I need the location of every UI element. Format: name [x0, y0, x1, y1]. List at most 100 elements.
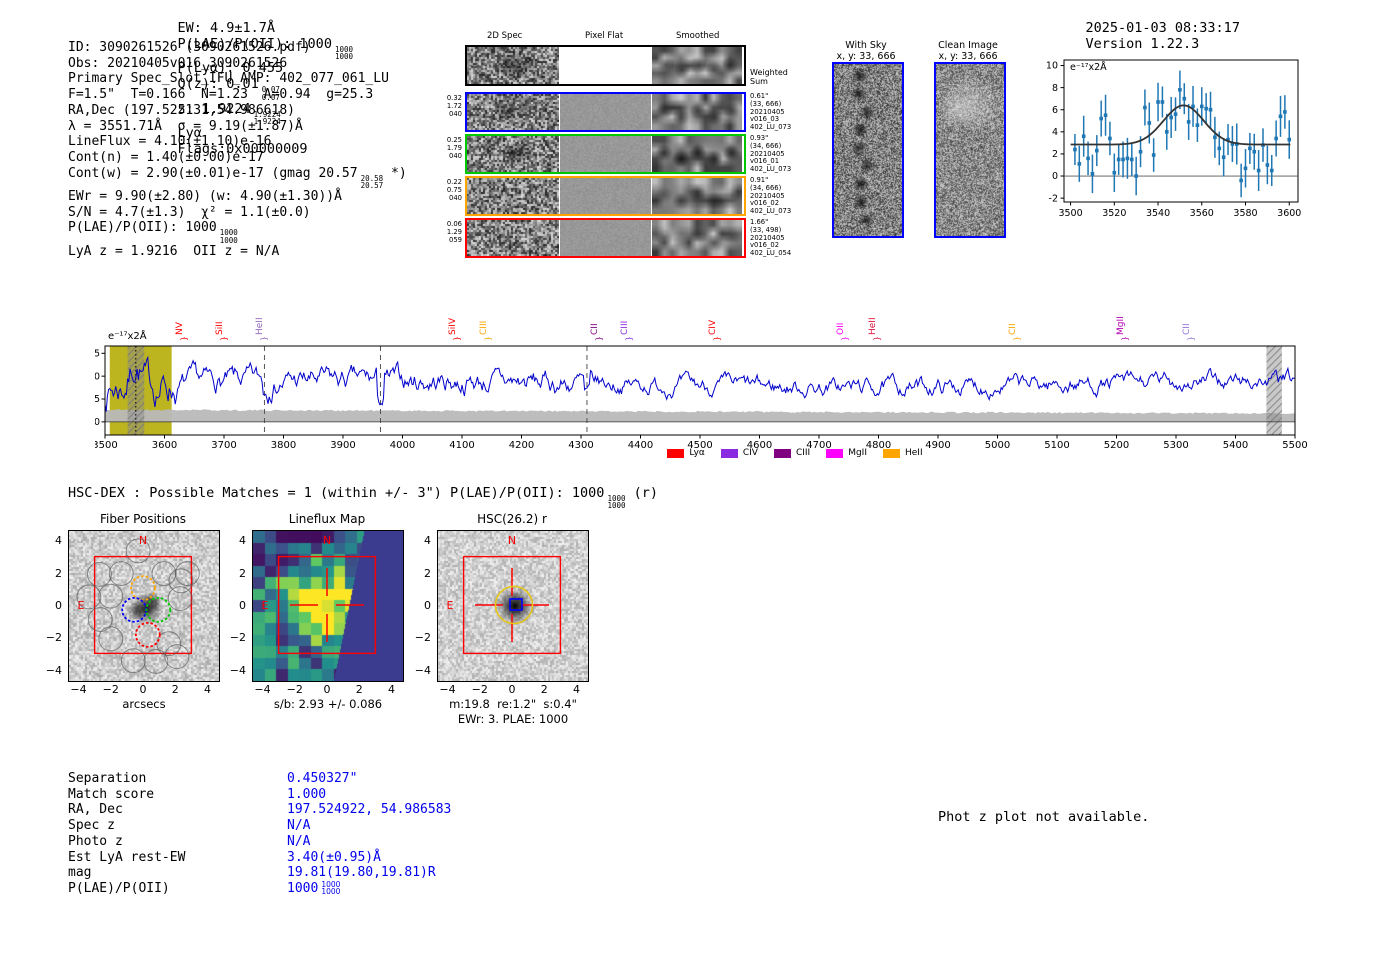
emission-line-label-cii: CII	[1182, 323, 1193, 335]
fiber-2d-spec-image	[467, 220, 559, 256]
fit-ytick-label: -2	[1049, 193, 1058, 204]
fit-data-point	[1278, 114, 1283, 119]
fit-data-point	[1112, 170, 1117, 175]
legend-item-civ: CIV	[720, 448, 758, 458]
fit-data-point	[1248, 146, 1252, 151]
spectrum-xtick-label: 5100	[1044, 440, 1069, 449]
match-row-label: P(LAE)/P(OII)	[68, 880, 170, 896]
match-row-value: 197.524922, 54.986583	[287, 802, 452, 818]
match-table-row: P(LAE)/P(OII) 1000 1000 1000	[68, 881, 451, 897]
spectrum-xtick-label: 3900	[330, 440, 355, 449]
panel-xtick-label: 2	[355, 683, 363, 696]
spectrum-ytick-label: 2.5	[95, 394, 100, 405]
fiber-smoothed-image	[652, 220, 742, 256]
match-row-value: N/A	[287, 818, 311, 834]
info-line-13: LyA z = 1.9216 OII z = N/A	[68, 243, 280, 259]
fiber-cutout-row-3	[465, 176, 746, 216]
emission-line-label-oii: OII	[835, 322, 846, 335]
fit-data-point	[1213, 135, 1217, 140]
panel-xtick-label: −2	[102, 683, 119, 696]
fiber-smoothed-image	[652, 94, 742, 130]
fiber-circle-gray	[76, 584, 102, 610]
elixer-report-page: EW: 4.9±1.7Å P(LAE)/P(OII): 1000 1000 1000…	[0, 0, 1400, 953]
fiber-circle-gray	[167, 586, 193, 611]
panel-xtick-label: 4	[204, 683, 212, 696]
hscdex-fraction: 1000 1000	[607, 494, 626, 511]
fit-xtick-label: 3580	[1233, 208, 1257, 219]
legend-label: CIII	[795, 448, 811, 458]
spectrum-xtick-label: 3600	[152, 440, 177, 449]
fit-plot-units-label: e⁻¹⁷x2Å	[1070, 62, 1107, 73]
with-sky-image	[832, 62, 904, 238]
fit-data-point	[1186, 120, 1191, 124]
fiber-cutout-annotation: 0.61" (33, 666) 20210405 v016_03 402_LU_073	[750, 92, 792, 132]
spectrum-xtick-label: 4100	[449, 440, 474, 449]
fiber-xlabel: arcsecs	[122, 697, 166, 711]
match-row-label: mag	[68, 865, 92, 881]
col-header-smoothed: Smoothed	[676, 31, 720, 41]
fiber-cutout-row-4	[465, 218, 746, 258]
spectrum-xtick-label: 4000	[390, 440, 415, 449]
info-line-6: λ = 3551.71Å σ = 9.19(±1.87)Å	[68, 118, 303, 134]
fit-data-point	[1073, 147, 1077, 152]
match-row-fraction: 1000 1000	[321, 879, 341, 897]
emission-line-label-cii: CII	[590, 323, 601, 335]
fiber-cutout-left-label: 0.22 0.75 040	[446, 178, 462, 202]
panel-ytick-label: 4	[55, 534, 62, 548]
fit-xtick-label: 3520	[1102, 208, 1126, 219]
catalog-match-table: Separation 0.450327" Match score 1.000 RA, D…	[68, 771, 451, 897]
ew-value: EW: 4.9±1.7Å	[177, 20, 276, 36]
fit-data-point	[1086, 156, 1090, 161]
info-line-8: Cont(n) = 1.40(±0.00)e-17	[68, 149, 264, 165]
match-row-label: Est LyA rest-EW	[68, 849, 186, 865]
match-row-value: 0.450327"	[287, 771, 358, 786]
spectrum-ytick-label: 5.0	[95, 371, 100, 382]
spectrum-xtick-label: 5500	[1282, 440, 1307, 449]
spectrum-xtick-label: 5400	[1223, 440, 1248, 449]
fiber-cutout-annotation: 0.91" (34, 666) 20210405 v016_02 402_LU_073	[750, 176, 792, 216]
panel-xtick-label: −4	[439, 683, 456, 696]
hsc-caption-1: m:19.8 re:1.2" s:0.4"	[449, 697, 577, 711]
match-table-row: Match score 1.000	[68, 787, 451, 803]
spectrum-ytick-label: 0.0	[95, 417, 100, 428]
fit-data-point	[1243, 166, 1248, 171]
fiber-cutout-left-label: 0.06 1.29 059	[446, 220, 462, 244]
east-label: E	[447, 599, 454, 612]
fit-data-point	[1156, 100, 1160, 104]
panel-ytick-label: 4	[239, 534, 246, 548]
legend-item-mgii: MgII	[826, 448, 867, 458]
info-line-5: RA,Dec (197.525131,54.986618)	[68, 102, 295, 118]
emission-line-label-nv: NV	[175, 322, 186, 335]
info-line-9: Cont(w) = 2.90(±0.01)e-17 (gmag 20.57 20.…	[68, 165, 407, 190]
emission-line-brace: {	[260, 335, 270, 342]
panel-xtick-label: −4	[254, 683, 271, 696]
fit-data-point	[1199, 104, 1204, 109]
with-sky-title: With Sky x, y: 33, 666	[836, 40, 896, 62]
hsc-dex-match-line: HSC-DEX : Possible Matches = 1 (within +…	[68, 485, 659, 511]
panel-ytick-label: 2	[239, 566, 246, 580]
fit-data-point	[1077, 162, 1082, 166]
full-spectrum-plot: e⁻¹⁷x2Å NV{SiII{HeII{SiIV{CIII{CII{CIII{…	[95, 297, 1310, 467]
panel-ytick-label: −4	[229, 663, 246, 677]
fit-data-point	[1095, 148, 1099, 153]
fit-data-point	[1182, 96, 1187, 101]
fit-data-point	[1283, 110, 1287, 114]
fit-data-point	[1204, 106, 1208, 111]
clean-image	[934, 62, 1006, 238]
match-row-label: Spec z	[68, 818, 115, 834]
fit-data-point	[1217, 146, 1222, 151]
panel-ytick-label: −2	[229, 631, 246, 645]
legend-item-heii: HeII	[882, 448, 923, 458]
fit-ytick-label: 6	[1052, 105, 1058, 116]
spectrum-legend: Lyα CIV CIII MgII HeII	[555, 448, 1035, 458]
weighted-2d-spec-image	[467, 47, 559, 84]
info-line-4: F=1.5" T=0.166 N=1.23 A=0.94 g=25.3	[68, 87, 374, 103]
fit-xtick-label: 3500	[1058, 208, 1082, 219]
fiber-smoothed-image	[652, 136, 742, 172]
fit-data-point	[1274, 136, 1278, 141]
panel-ytick-label: 4	[424, 534, 431, 548]
emission-line-brace: {	[840, 335, 850, 342]
line-fit-plot-svg: 10 8 6 4 2 0 -23500 3520 3540 3560 3580 3600	[1046, 59, 1301, 219]
fit-data-point	[1265, 163, 1270, 167]
spectrum-xtick-label: 3700	[211, 440, 236, 449]
